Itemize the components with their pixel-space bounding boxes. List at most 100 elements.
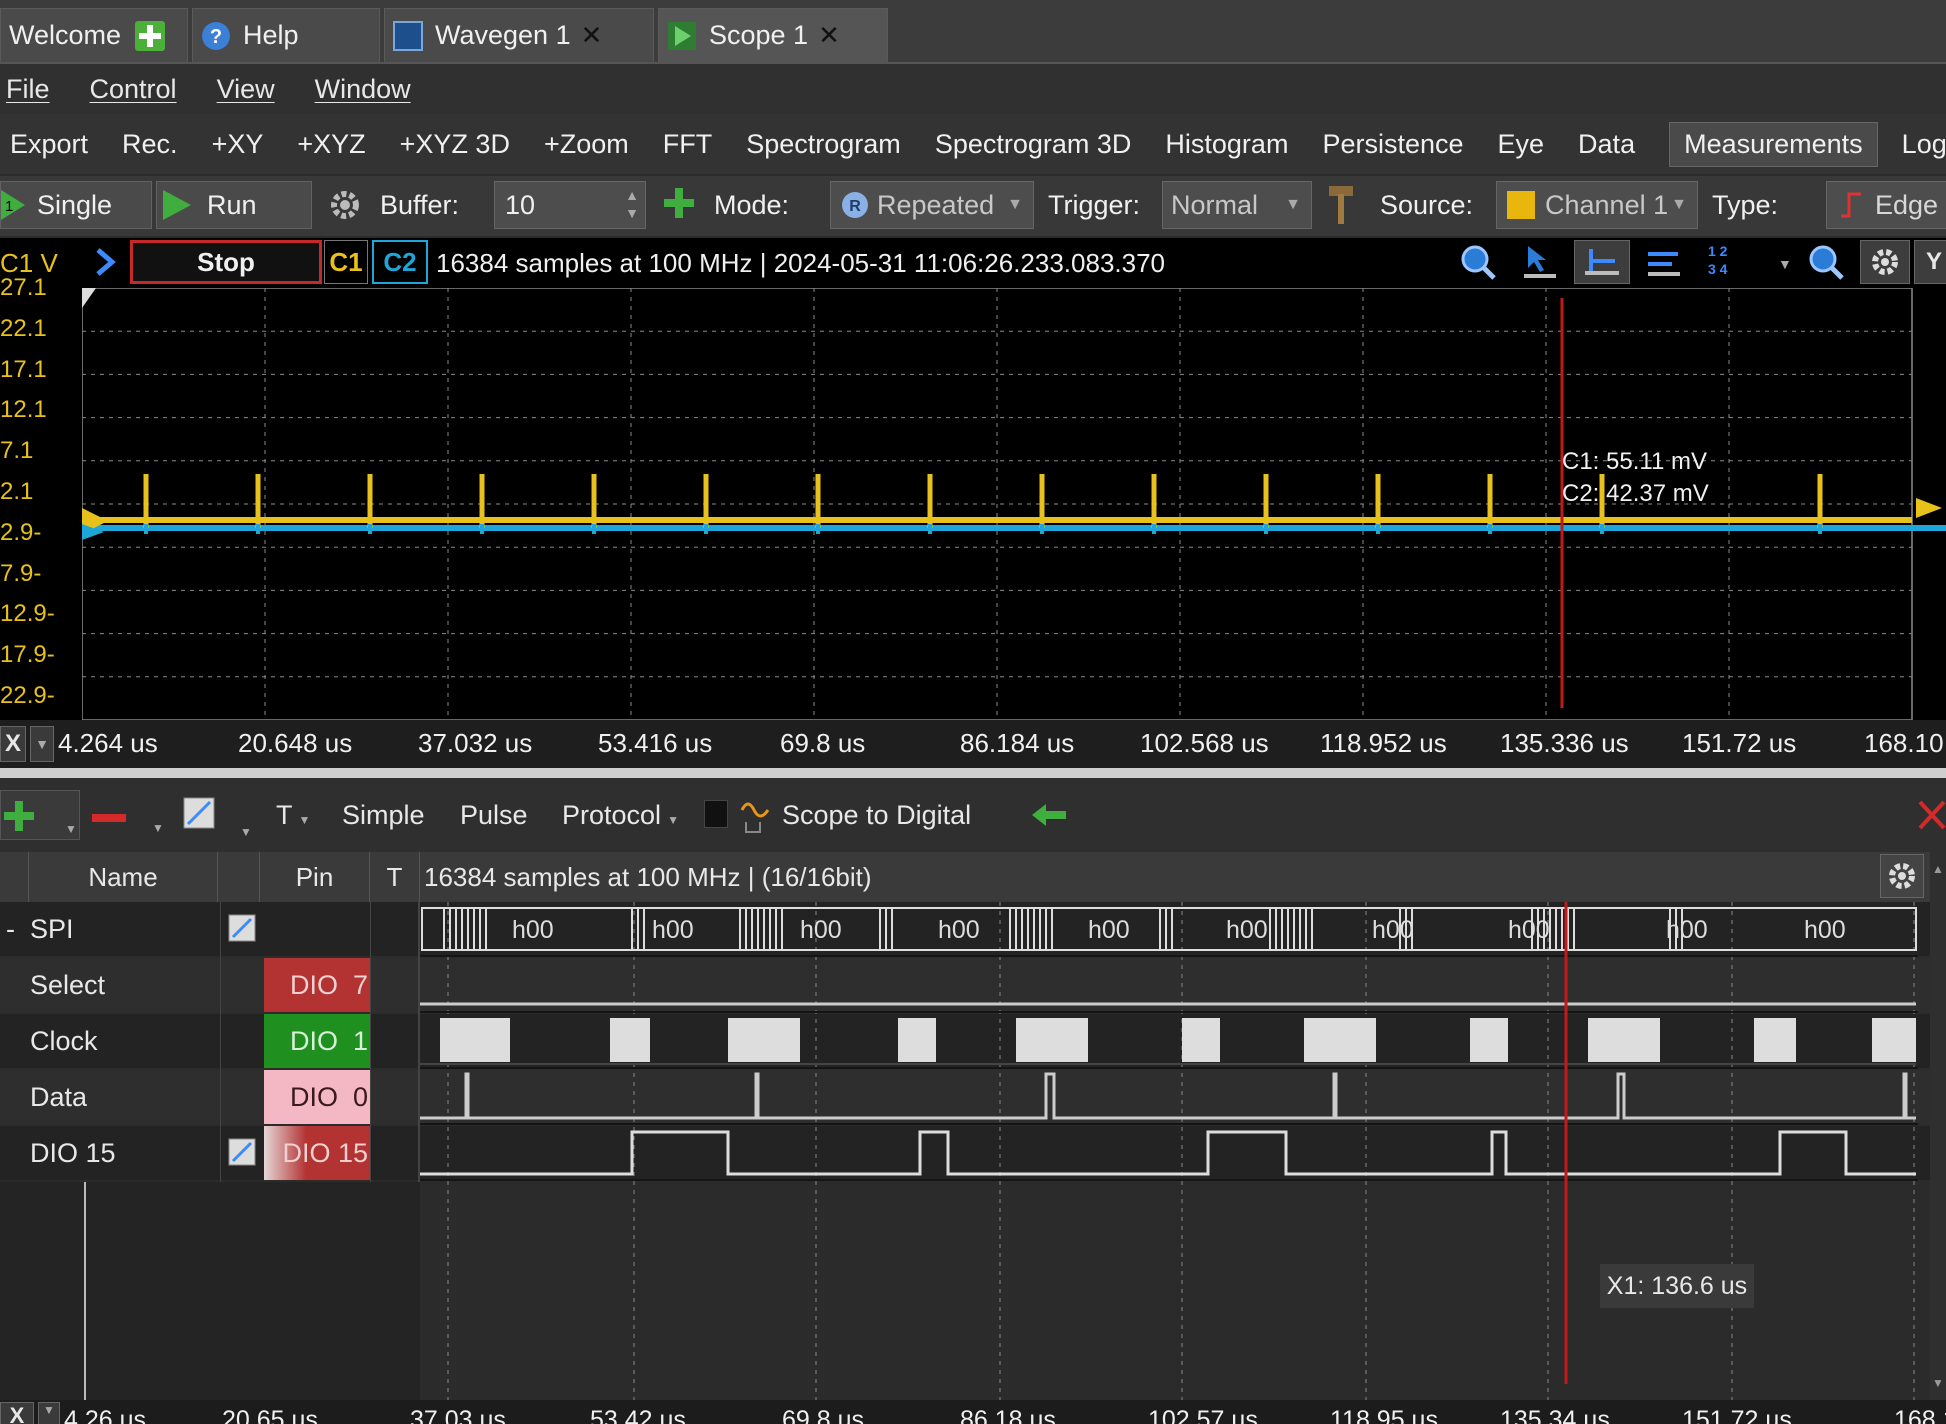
eye-button[interactable]: Eye [1498,129,1545,160]
logic-plot[interactable]: h00 h00 h00 h00 h00 h00 h00 h00 h00 h00 [420,902,1932,1400]
tab-wavegen[interactable]: Wavegen 1 ✕ [384,8,654,62]
edit-icon[interactable] [228,1126,256,1180]
y-axis-button[interactable]: Y [1914,240,1946,284]
chevron-right-icon[interactable] [94,246,116,285]
c2-toggle[interactable]: C2 [372,240,428,284]
chevron-down-icon[interactable]: ▼ [38,1402,60,1424]
trigger-position-marker [82,288,96,308]
add-icon[interactable] [662,186,696,227]
add-channel-button[interactable]: ▼ [0,790,80,840]
tab-help[interactable]: ? Help [192,8,380,62]
chevron-down-icon[interactable]: ▼ [1778,256,1792,272]
spinner-icon[interactable]: ▲ ▼ [625,186,639,222]
scroll-down-icon[interactable]: ▼ [1932,1376,1944,1390]
pulse-button[interactable]: Pulse [460,800,528,831]
rec-button[interactable]: Rec. [122,129,178,160]
plus-icon[interactable] [135,20,166,51]
y-tick-label: 17.1 [0,355,47,383]
menu-control[interactable]: Control [90,74,177,105]
arrow-left-icon[interactable] [1032,802,1068,835]
source-select[interactable]: Channel 1 ▼ [1496,181,1698,229]
x-tick-label: 135.336 us [1500,728,1629,758]
clock-pulse [898,1018,936,1062]
tab-welcome[interactable]: Welcome [0,8,188,62]
dio15-signal [420,1130,1916,1176]
zoom-out-icon[interactable] [1806,242,1846,289]
logic-x-tick-label: 20.65 us [222,1406,318,1424]
fft-button[interactable]: FFT [663,129,712,160]
data-button[interactable]: Data [1578,129,1635,160]
x-tick-label: 118.952 us [1320,728,1447,758]
run-play-icon [163,190,191,220]
vertical-scrollbar[interactable]: ▲ ▼ [1930,852,1946,1400]
scope-to-digital-label: Scope to Digital [782,800,972,830]
add-zoom-button[interactable]: +Zoom [544,129,629,160]
persistence-button[interactable]: Persistence [1322,129,1463,160]
scope-to-digital-checkbox[interactable] [704,800,728,828]
edit-icon[interactable] [228,902,256,956]
simple-button[interactable]: Simple [342,800,425,831]
run-button[interactable]: Run [156,181,312,229]
mode-select[interactable]: R Repeated ▼ [830,181,1034,229]
buffer-input[interactable]: 10 ▲ ▼ [494,181,646,229]
zoom-in-icon[interactable] [1458,242,1498,289]
collapse-toggle[interactable]: - [6,902,26,956]
add-xyz3d-button[interactable]: +XYZ 3D [400,129,510,160]
spectrogram3d-button[interactable]: Spectrogram 3D [935,129,1132,160]
channel-name: Clock [30,1025,98,1056]
type-select[interactable]: Edge [1826,181,1946,229]
menu-file[interactable]: File [6,74,50,105]
y-tick-label: 12.1 [0,396,47,424]
tab-scope[interactable]: Scope 1 ✕ [658,8,888,62]
remove-channel-icon[interactable]: ▼ [90,800,170,847]
pin-badge[interactable]: DIO 1 [264,1014,370,1068]
scope-settings-button[interactable] [1860,240,1910,284]
trigger-select[interactable]: Normal ▼ [1162,181,1312,229]
t-column-header[interactable]: T [370,852,420,902]
scope-header: C1 V Stop C1 C2 16384 samples at 100 MHz… [0,238,1946,288]
logic-x-axis-button[interactable]: X [0,1402,34,1424]
pin-column-header[interactable]: Pin [260,852,370,902]
pin-badge[interactable]: DIO 7 [264,958,370,1012]
pin-badge[interactable]: DIO 15 [264,1126,370,1180]
menu-view[interactable]: View [217,74,275,105]
spectrogram-button[interactable]: Spectrogram [746,129,901,160]
add-xyz-button[interactable]: +XYZ [297,129,365,160]
name-column-header[interactable]: Name [28,852,218,902]
scope-to-digital-icon [740,796,774,843]
logic-x-tick-label: 135.34 us [1500,1406,1610,1424]
horizontal-cursor-button[interactable] [1574,240,1630,284]
add-xy-button[interactable]: +XY [212,129,264,160]
hammer-icon[interactable] [1326,184,1356,233]
pin-badge[interactable]: DIO 0 [264,1070,370,1124]
gear-icon[interactable] [326,186,364,231]
chevron-down-icon[interactable]: ▼ [30,726,54,762]
histogram-button[interactable]: Histogram [1165,129,1288,160]
close-panel-icon[interactable] [1916,798,1946,839]
close-icon[interactable]: ✕ [581,20,603,51]
channels-grid-icon[interactable]: 1 23 4 [1708,242,1727,278]
measurements-button[interactable]: Measurements [1669,121,1878,167]
panel-splitter[interactable] [0,768,1946,778]
x-tick-label: 4.264 us [58,728,158,758]
vertical-cursor-icon[interactable] [1644,242,1684,289]
x-tick-label: 86.184 us [960,728,1075,758]
scroll-up-icon[interactable]: ▲ [1932,862,1944,876]
logic-settings-button[interactable] [1880,854,1924,898]
single-button[interactable]: 1 Single [0,181,152,229]
x-axis-button[interactable]: X [0,726,26,762]
c1-toggle[interactable]: C1 [324,240,368,284]
edit-icon[interactable]: ▼ [182,796,252,847]
trigger-value: Normal [1171,189,1259,220]
close-icon[interactable]: ✕ [818,20,840,51]
chevron-down-icon: ▼ [1007,196,1023,213]
menu-window[interactable]: Window [315,74,411,105]
protocol-button[interactable]: Protocol ▼ [562,800,679,831]
scope-icon [667,21,697,51]
status-stop[interactable]: Stop [130,240,322,284]
export-button[interactable]: Export [10,129,88,160]
spi-value-label: h00 [1372,916,1414,944]
t-menu-button[interactable]: T ▼ [276,800,310,831]
cursor-tool-icon[interactable] [1522,242,1562,289]
logger-button[interactable]: Logg [1902,129,1946,160]
